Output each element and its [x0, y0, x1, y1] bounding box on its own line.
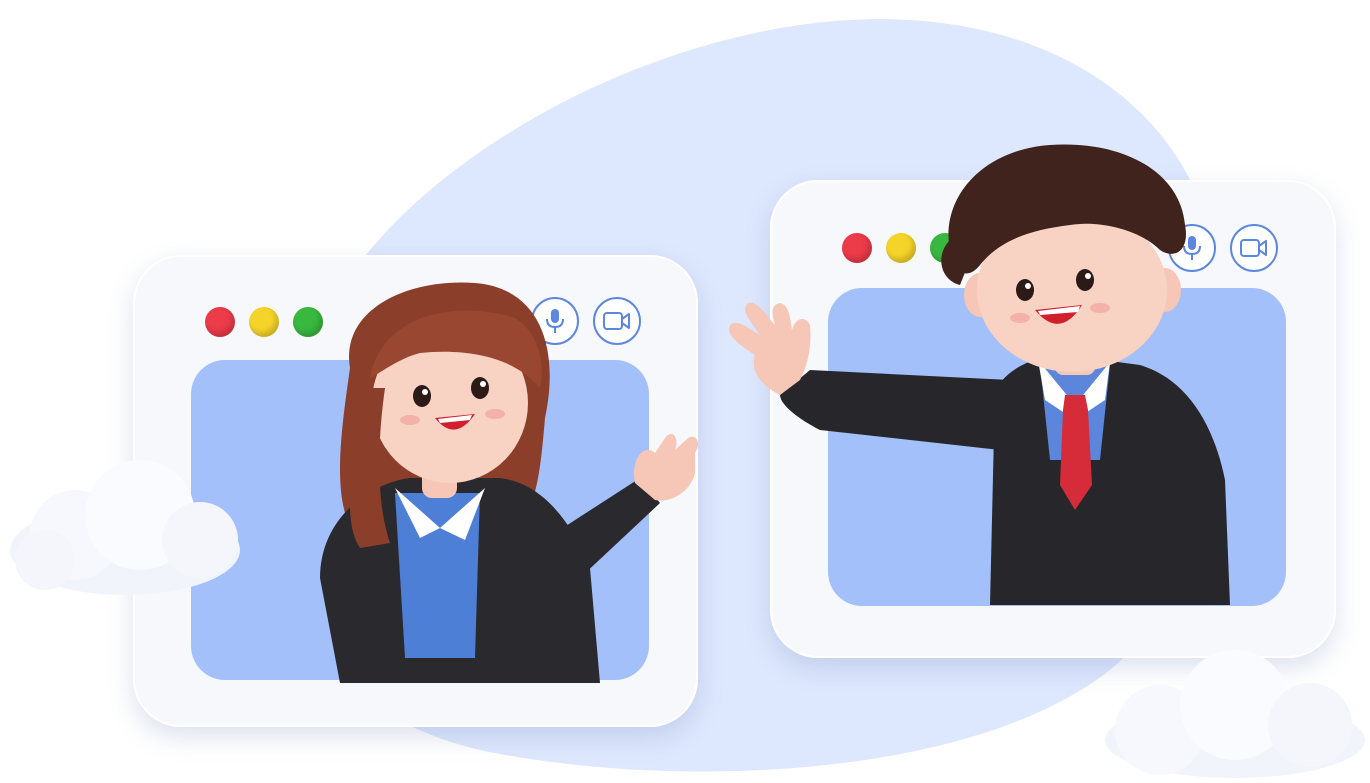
cloud-right: [1105, 650, 1365, 778]
cloud-left: [10, 460, 240, 595]
woman-avatar: [320, 282, 699, 683]
camera-icon: [1240, 239, 1267, 257]
man-avatar: [729, 144, 1230, 605]
close-button[interactable]: [205, 307, 235, 337]
minimize-button[interactable]: [249, 307, 279, 337]
